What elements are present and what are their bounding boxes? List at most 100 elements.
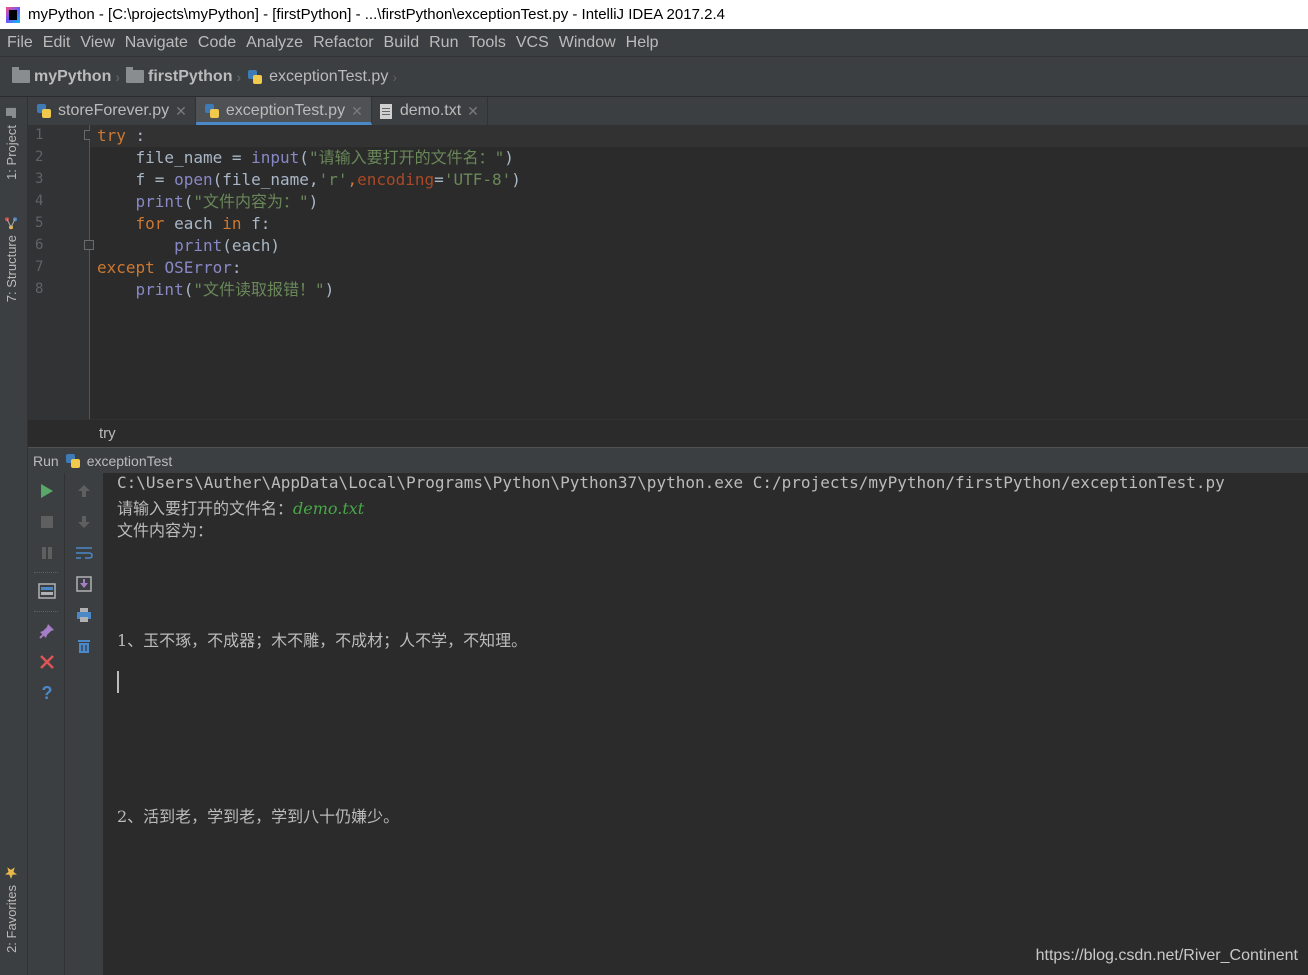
menu-edit[interactable]: Edit — [38, 34, 76, 52]
menu-vcs[interactable]: VCS — [511, 34, 554, 52]
soft-wrap-button[interactable] — [74, 543, 94, 563]
breadcrumb-module[interactable]: firstPython › — [126, 67, 247, 86]
favorites-tool-tab[interactable]: 2: Favorites — [4, 867, 19, 953]
scroll-up-button[interactable] — [74, 481, 94, 501]
code-token: f = — [97, 170, 175, 189]
code-token: try — [97, 126, 126, 145]
run-config-tab[interactable]: exceptionTest — [87, 453, 173, 469]
title-bar: myPython - [C:\projects\myPython] - [fir… — [0, 0, 1308, 29]
menu-help[interactable]: Help — [621, 34, 664, 52]
code-token: for — [135, 214, 165, 233]
breadcrumb-label: exceptionTest.py — [269, 67, 389, 85]
run-console[interactable]: C:\Users\Auther\AppData\Local\Programs\P… — [103, 473, 1308, 975]
run-toolbar-primary: ? — [28, 473, 65, 975]
line-number: 6 — [35, 237, 44, 253]
code-token: input — [251, 148, 300, 167]
scroll-to-end-icon — [76, 576, 92, 592]
menu-file[interactable]: File — [2, 34, 38, 52]
code-line: print("文件读取报错！") — [97, 279, 335, 301]
watermark: https://blog.csdn.net/River_Continent — [1035, 947, 1298, 964]
print-button[interactable] — [74, 605, 94, 625]
editor-breadcrumb-try[interactable]: try — [99, 425, 116, 442]
code-line: print(each) — [97, 235, 280, 257]
code-editor[interactable]: 1 2 3 4 5 6 7 8 try : file_name = input(… — [28, 125, 1308, 419]
line-number-gutter: 1 2 3 4 5 6 7 8 — [28, 125, 94, 419]
pause-button[interactable] — [37, 543, 57, 563]
breadcrumb-file[interactable]: exceptionTest.py › — [247, 68, 403, 86]
python-file-icon — [36, 103, 52, 119]
line-number: 4 — [35, 193, 44, 209]
code-line: print("文件内容为：") — [97, 191, 319, 213]
menu-tools[interactable]: Tools — [463, 34, 510, 52]
code-token: ) — [504, 148, 514, 167]
text-cursor — [117, 671, 119, 693]
code-token: (each) — [222, 236, 281, 255]
menu-analyze[interactable]: Analyze — [241, 34, 308, 52]
tab-storeforever[interactable]: storeForever.py ✕ — [28, 97, 196, 125]
project-tool-tab[interactable]: 1: Project — [4, 107, 19, 180]
left-tool-stripe: 1: Project 7: Structure 2: Favorites — [0, 97, 28, 975]
tab-label: demo.txt — [399, 102, 462, 119]
breadcrumb-label: firstPython — [148, 67, 233, 85]
current-line-highlight — [90, 125, 1308, 147]
close-icon[interactable]: ✕ — [175, 103, 187, 120]
menu-refactor[interactable]: Refactor — [308, 34, 378, 52]
fold-marker-icon[interactable] — [84, 240, 94, 250]
restore-layout-button[interactable] — [37, 581, 57, 601]
code-token: ) — [511, 170, 521, 189]
menu-code[interactable]: Code — [193, 34, 241, 52]
python-file-icon — [204, 103, 220, 119]
code-token: : — [231, 258, 242, 277]
pin-tab-button[interactable] — [37, 621, 57, 641]
clear-all-button[interactable] — [74, 636, 94, 656]
chevron-right-icon: › — [392, 68, 397, 85]
python-file-icon — [65, 453, 81, 469]
code-token: : — [125, 126, 146, 145]
favorites-tab-label: 2: Favorites — [4, 885, 19, 953]
code-token: f: — [241, 214, 271, 233]
chevron-right-icon: › — [236, 68, 242, 85]
close-icon[interactable]: ✕ — [467, 103, 479, 120]
line-number: 8 — [35, 281, 44, 297]
menu-window[interactable]: Window — [554, 34, 621, 52]
toolbar-separator — [34, 611, 58, 612]
rerun-button[interactable] — [37, 481, 57, 501]
console-prompt-line: 请输入要打开的文件名：demo.txt — [117, 495, 364, 519]
line-number: 5 — [35, 215, 44, 231]
code-token: print — [135, 280, 184, 299]
editor-tabs: storeForever.py ✕ exceptionTest.py ✕ dem… — [28, 97, 1308, 125]
arrow-down-icon — [78, 516, 90, 528]
soft-wrap-icon — [76, 547, 93, 559]
tab-exceptiontest[interactable]: exceptionTest.py ✕ — [195, 97, 372, 125]
close-icon[interactable]: ✕ — [351, 103, 363, 120]
tab-label: storeForever.py — [58, 102, 170, 119]
help-button[interactable]: ? — [37, 683, 57, 703]
menu-navigate[interactable]: Navigate — [120, 34, 193, 52]
scroll-to-end-button[interactable] — [74, 574, 94, 594]
console-prompt: 请输入要打开的文件名： — [117, 499, 294, 518]
stop-button[interactable] — [37, 512, 57, 532]
breadcrumb-project[interactable]: myPython › — [12, 67, 126, 86]
pause-icon — [42, 547, 52, 559]
menu-build[interactable]: Build — [379, 34, 425, 52]
intellij-logo-icon — [6, 6, 20, 23]
scroll-down-button[interactable] — [74, 512, 94, 532]
code-token: each — [164, 214, 223, 233]
code-token: , — [347, 170, 358, 189]
navigation-bar: myPython › firstPython › exceptionTest.p… — [0, 57, 1308, 97]
code-token: print — [174, 236, 223, 255]
menu-view[interactable]: View — [75, 34, 119, 52]
code-token: except — [97, 258, 155, 277]
line-number: 1 — [35, 127, 44, 143]
code-token: in — [222, 214, 242, 233]
code-token: open — [174, 170, 213, 189]
structure-tool-tab[interactable]: 7: Structure — [4, 217, 19, 302]
line-number: 7 — [35, 259, 44, 275]
code-token: ( — [183, 280, 194, 299]
close-icon — [40, 655, 54, 669]
menu-run[interactable]: Run — [424, 34, 463, 52]
tab-demo-txt[interactable]: demo.txt ✕ — [372, 97, 488, 125]
close-run-button[interactable] — [37, 652, 57, 672]
